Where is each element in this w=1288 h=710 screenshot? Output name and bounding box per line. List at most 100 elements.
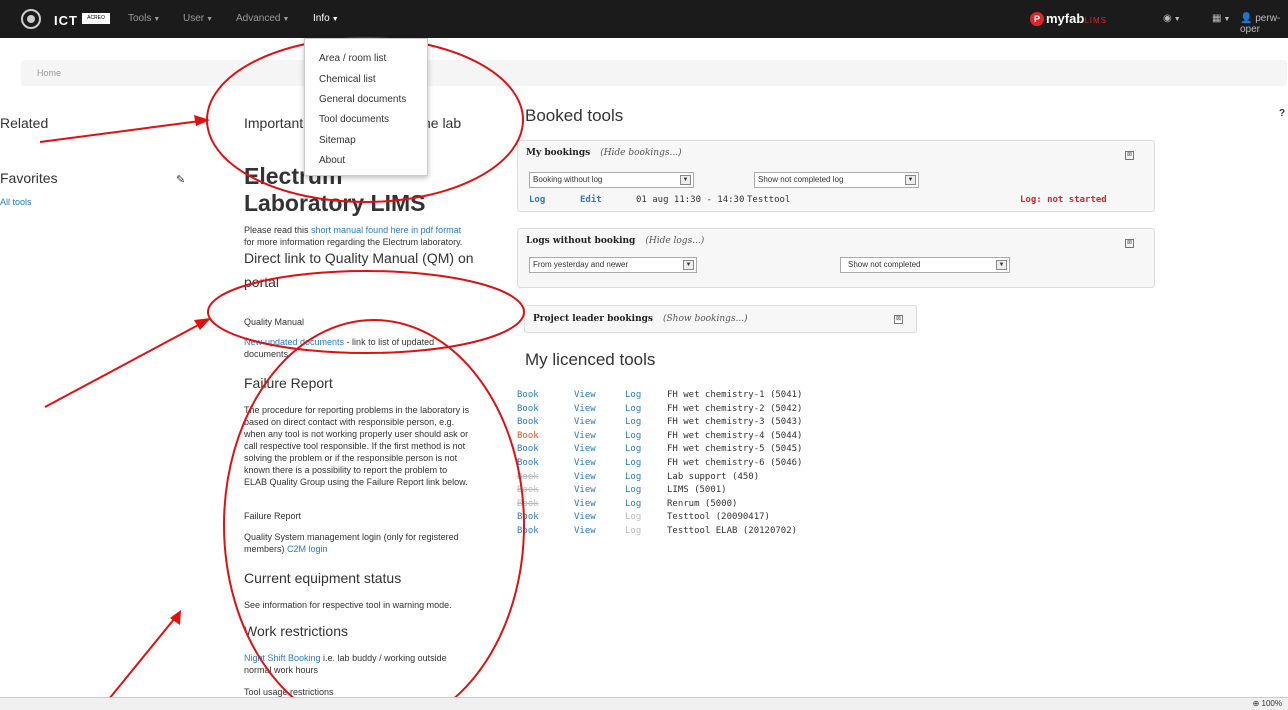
log-link[interactable]: Log bbox=[625, 417, 641, 427]
book-link[interactable]: Book bbox=[517, 472, 539, 482]
log-link[interactable]: Log bbox=[625, 404, 641, 414]
view-link[interactable]: View bbox=[574, 485, 596, 495]
book-link[interactable]: Book bbox=[517, 390, 539, 400]
logs-status-select[interactable]: Show not completed ▼ bbox=[840, 257, 1010, 273]
help-icon[interactable]: ? bbox=[1279, 108, 1285, 119]
view-link[interactable]: View bbox=[574, 390, 596, 400]
book-link[interactable]: Book bbox=[517, 444, 539, 454]
breadcrumb-home[interactable]: Home bbox=[37, 68, 61, 78]
tool-name: FH wet chemistry-4 (5044) bbox=[667, 430, 803, 441]
expand-icon[interactable]: ⊠ bbox=[1125, 151, 1134, 160]
menu-item-sitemap[interactable]: Sitemap bbox=[319, 135, 356, 146]
menu-item-chemical-list[interactable]: Chemical list bbox=[319, 74, 376, 85]
view-link[interactable]: View bbox=[574, 458, 596, 468]
booking-log-link[interactable]: Log bbox=[529, 195, 545, 205]
menu-item-area-room-list[interactable]: Area / room list bbox=[319, 53, 386, 64]
log-link[interactable]: Log bbox=[625, 431, 641, 441]
manual-link[interactable]: short manual found here in pdf format bbox=[311, 225, 461, 235]
booking-date: 01 aug 11:30 - 14:30 bbox=[636, 195, 745, 205]
log-link[interactable]: Log bbox=[625, 444, 641, 454]
dropdown-arrow-icon: ▼ bbox=[683, 260, 694, 270]
annotation-arrowhead bbox=[194, 115, 210, 126]
myfab-logo: PmyfabLIMS bbox=[1030, 11, 1107, 26]
qs-text: Quality System management login (only fo… bbox=[244, 532, 459, 554]
view-link[interactable]: View bbox=[574, 472, 596, 482]
expand-icon[interactable]: ⊠ bbox=[894, 315, 903, 324]
favorites-heading: Favorites bbox=[0, 170, 58, 186]
view-link[interactable]: View bbox=[574, 431, 596, 441]
equipment-link[interactable]: See information for respective tool in w… bbox=[244, 599, 452, 611]
tool-name: Testtool (20090417) bbox=[667, 512, 770, 523]
menu-item-about[interactable]: About bbox=[319, 155, 345, 166]
view-link[interactable]: View bbox=[574, 499, 596, 509]
annotation-arrowhead bbox=[170, 610, 181, 625]
booking-edit-link[interactable]: Edit bbox=[580, 195, 602, 205]
tool-name: FH wet chemistry-5 (5045) bbox=[667, 444, 803, 455]
book-link[interactable]: Book bbox=[517, 404, 539, 414]
caret-down-icon: ▼ bbox=[153, 16, 161, 23]
expand-icon[interactable]: ⊠ bbox=[1125, 239, 1134, 248]
hide-bookings-link[interactable]: (Hide bookings...) bbox=[600, 148, 681, 158]
book-link[interactable]: Book bbox=[517, 526, 539, 536]
failure-report-link[interactable]: Failure Report bbox=[244, 510, 301, 522]
book-link[interactable]: Book bbox=[517, 458, 539, 468]
my-bookings-panel: My bookings (Hide bookings...) ⊠ Booking … bbox=[517, 140, 1155, 212]
user-menu[interactable]: 👤 perw-oper bbox=[1240, 13, 1288, 35]
c2m-login-link[interactable]: C2M login bbox=[287, 544, 328, 554]
edit-icon[interactable]: ✎ bbox=[176, 173, 185, 186]
view-link[interactable]: View bbox=[574, 404, 596, 414]
equipment-heading: Current equipment status bbox=[244, 570, 402, 586]
book-link[interactable]: Book bbox=[517, 485, 539, 495]
night-shift-link[interactable]: Night Shift Booking bbox=[244, 653, 321, 663]
top-navbar: ICT ACREO Tools ▼ User ▼ Advanced ▼ Info ▼ P… bbox=[0, 0, 1288, 38]
menu-item-tool-documents[interactable]: Tool documents bbox=[319, 114, 389, 125]
quality-manual-link[interactable]: Quality Manual bbox=[244, 316, 304, 328]
hide-logs-link[interactable]: (Hide logs...) bbox=[645, 236, 704, 246]
show-bookings-link[interactable]: (Show bookings...) bbox=[663, 314, 748, 324]
dropdown-arrow-icon: ▼ bbox=[680, 175, 691, 185]
new-docs-link[interactable]: New-updated documents bbox=[244, 337, 344, 347]
zoom-level[interactable]: ⊕ 100% bbox=[1253, 699, 1282, 708]
book-link[interactable]: Book bbox=[517, 431, 539, 441]
log-link[interactable]: Log bbox=[625, 485, 641, 495]
all-tools-link[interactable]: All tools bbox=[0, 197, 32, 207]
page-title-line2: Laboratory LIMS bbox=[244, 190, 426, 216]
tool-name: Testtool ELAB (20120702) bbox=[667, 526, 798, 536]
menu-info[interactable]: Info ▼ bbox=[313, 13, 339, 24]
booked-tools-heading: Booked tools bbox=[525, 106, 624, 125]
tool-name: FH wet chemistry-1 (5041) bbox=[667, 390, 803, 400]
book-link[interactable]: Book bbox=[517, 499, 539, 509]
log-link[interactable]: Log bbox=[625, 512, 641, 522]
book-link[interactable]: Book bbox=[517, 417, 539, 427]
failure-text: The procedure for reporting problems in … bbox=[244, 405, 470, 487]
menu-advanced[interactable]: Advanced ▼ bbox=[236, 13, 289, 24]
caret-down-icon: ▼ bbox=[1173, 16, 1181, 23]
booking-filter-select[interactable]: Booking without log ▼ bbox=[529, 172, 694, 188]
view-link[interactable]: View bbox=[574, 526, 596, 536]
view-link[interactable]: View bbox=[574, 512, 596, 522]
view-link[interactable]: View bbox=[574, 417, 596, 427]
log-link[interactable]: Log bbox=[625, 390, 641, 400]
qm-heading: Direct link to Quality Manual (QM) on po… bbox=[244, 250, 474, 290]
project-leader-header: Project leader bookings (Show bookings...… bbox=[533, 314, 748, 324]
logs-date-select[interactable]: From yesterday and newer ▼ bbox=[529, 257, 697, 273]
globe-menu[interactable]: ◉ ▼ bbox=[1163, 13, 1181, 24]
log-link[interactable]: Log bbox=[625, 458, 641, 468]
menu-user[interactable]: User ▼ bbox=[183, 13, 213, 24]
menu-item-general-documents[interactable]: General documents bbox=[319, 94, 406, 105]
globe-icon: ◉ bbox=[1163, 13, 1172, 24]
calendar-menu[interactable]: ▦ ▼ bbox=[1212, 13, 1230, 24]
user-icon: 👤 bbox=[1240, 13, 1253, 24]
booking-tool: Testtool bbox=[747, 195, 791, 205]
log-link[interactable]: Log bbox=[625, 526, 641, 536]
zoom-icon: ⊕ bbox=[1252, 699, 1260, 708]
tool-name: FH wet chemistry-3 (5043) bbox=[667, 417, 803, 428]
log-link[interactable]: Log bbox=[625, 499, 641, 509]
failure-heading: Failure Report bbox=[244, 375, 333, 391]
view-link[interactable]: View bbox=[574, 444, 596, 454]
new-docs-text: New-updated documents - link to list of … bbox=[244, 337, 435, 359]
menu-tools[interactable]: Tools ▼ bbox=[128, 13, 160, 24]
book-link[interactable]: Book bbox=[517, 512, 539, 522]
log-filter-select[interactable]: Show not completed log ▼ bbox=[754, 172, 919, 188]
log-link[interactable]: Log bbox=[625, 472, 641, 482]
